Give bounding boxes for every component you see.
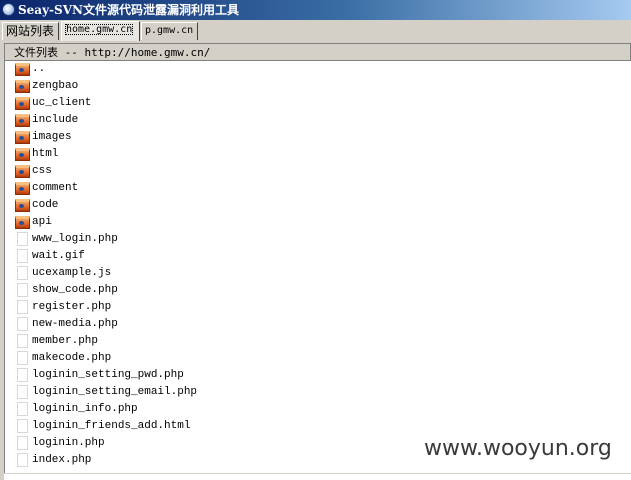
folder-icon: [15, 199, 30, 212]
item-name: loginin_info.php: [32, 403, 138, 415]
folder-row[interactable]: html: [5, 146, 631, 163]
folder-row[interactable]: api: [5, 214, 631, 231]
tab-site-list[interactable]: 网站列表: [2, 22, 59, 40]
tab-strip: 网站列表 home.gmw.cn p.gmw.cn: [0, 20, 631, 41]
tab-label: home.gmw.cn: [65, 24, 134, 35]
tab-label: p.gmw.cn: [145, 25, 194, 36]
folder-row[interactable]: uc_client: [5, 95, 631, 112]
folder-row[interactable]: comment: [5, 180, 631, 197]
file-icon: [17, 453, 28, 467]
item-name: comment: [32, 182, 79, 194]
item-name: loginin_friends_add.html: [32, 420, 191, 432]
app-icon[interactable]: [2, 3, 15, 16]
item-name: api: [32, 216, 52, 228]
file-list[interactable]: .. zengbao uc_clientinclude images html css co…: [5, 61, 631, 469]
file-icon: [17, 334, 28, 348]
item-name: show_code.php: [32, 284, 118, 296]
item-name: code: [32, 199, 59, 211]
item-name: register.php: [32, 301, 112, 313]
item-name: loginin_setting_pwd.php: [32, 369, 184, 381]
item-name: images: [32, 131, 72, 143]
file-row[interactable]: new-media.php: [5, 316, 631, 333]
file-icon: [17, 436, 28, 450]
file-row[interactable]: loginin_info.php: [5, 401, 631, 418]
folder-row[interactable]: code: [5, 197, 631, 214]
file-icon: [17, 283, 28, 297]
item-name: www_login.php: [32, 233, 118, 245]
file-icon: [17, 317, 28, 331]
item-name: css: [32, 165, 52, 177]
folder-icon: [15, 80, 30, 93]
file-row[interactable]: loginin_setting_email.php: [5, 384, 631, 401]
item-name: loginin.php: [32, 437, 105, 449]
file-icon: [17, 368, 28, 382]
file-row[interactable]: wait.gif: [5, 248, 631, 265]
folder-row[interactable]: css: [5, 163, 631, 180]
file-row[interactable]: loginin_setting_pwd.php: [5, 367, 631, 384]
item-name: loginin_setting_email.php: [32, 386, 198, 398]
file-icon: [17, 351, 28, 365]
folder-icon: [15, 63, 30, 76]
item-name: wait.gif: [32, 250, 85, 262]
file-icon: [17, 402, 28, 416]
tab-home-gmw[interactable]: home.gmw.cn: [61, 21, 140, 41]
file-row[interactable]: makecode.php: [5, 350, 631, 367]
folder-icon: [15, 148, 30, 161]
watermark: www.wooyun.org: [424, 436, 612, 461]
item-name: include: [32, 114, 79, 126]
file-icon: [17, 385, 28, 399]
file-list-header-label: 文件列表 -- http://home.gmw.cn/: [14, 46, 211, 59]
file-list-panel: 文件列表 -- http://home.gmw.cn/ .. zengbao uc_…: [4, 43, 631, 479]
folder-icon: [15, 182, 30, 195]
file-icon: [17, 300, 28, 314]
window-title: Seay-SVN文件源代码泄露漏洞利用工具: [18, 3, 239, 17]
item-name: ..: [32, 63, 46, 75]
folder-row[interactable]: include: [5, 112, 631, 129]
folder-icon: [15, 114, 30, 127]
item-name: zengbao: [32, 80, 79, 92]
title-bar: Seay-SVN文件源代码泄露漏洞利用工具: [0, 0, 631, 20]
item-name: makecode.php: [32, 352, 112, 364]
folder-row[interactable]: zengbao: [5, 78, 631, 95]
file-row[interactable]: show_code.php: [5, 282, 631, 299]
item-name: new-media.php: [32, 318, 118, 330]
file-list-header[interactable]: 文件列表 -- http://home.gmw.cn/: [5, 44, 631, 61]
folder-icon: [15, 216, 30, 229]
file-row[interactable]: register.php: [5, 299, 631, 316]
folder-icon: [15, 165, 30, 178]
item-name: member.php: [32, 335, 99, 347]
file-row[interactable]: member.php: [5, 333, 631, 350]
tab-p-gmw[interactable]: p.gmw.cn: [141, 22, 198, 40]
item-name: index.php: [32, 454, 92, 466]
folder-row[interactable]: ..: [5, 61, 631, 78]
file-row[interactable]: loginin_friends_add.html: [5, 418, 631, 435]
file-icon: [17, 266, 28, 280]
file-icon: [17, 419, 28, 433]
item-name: html: [32, 148, 59, 160]
file-row[interactable]: www_login.php: [5, 231, 631, 248]
item-name: uc_client: [32, 97, 92, 109]
file-icon: [17, 249, 28, 263]
tab-label: 网站列表: [6, 24, 55, 38]
folder-row[interactable]: images: [5, 129, 631, 146]
file-icon: [17, 232, 28, 246]
item-name: ucexample.js: [32, 267, 112, 279]
folder-icon: [15, 97, 30, 110]
file-row[interactable]: ucexample.js: [5, 265, 631, 282]
folder-icon: [15, 131, 30, 144]
